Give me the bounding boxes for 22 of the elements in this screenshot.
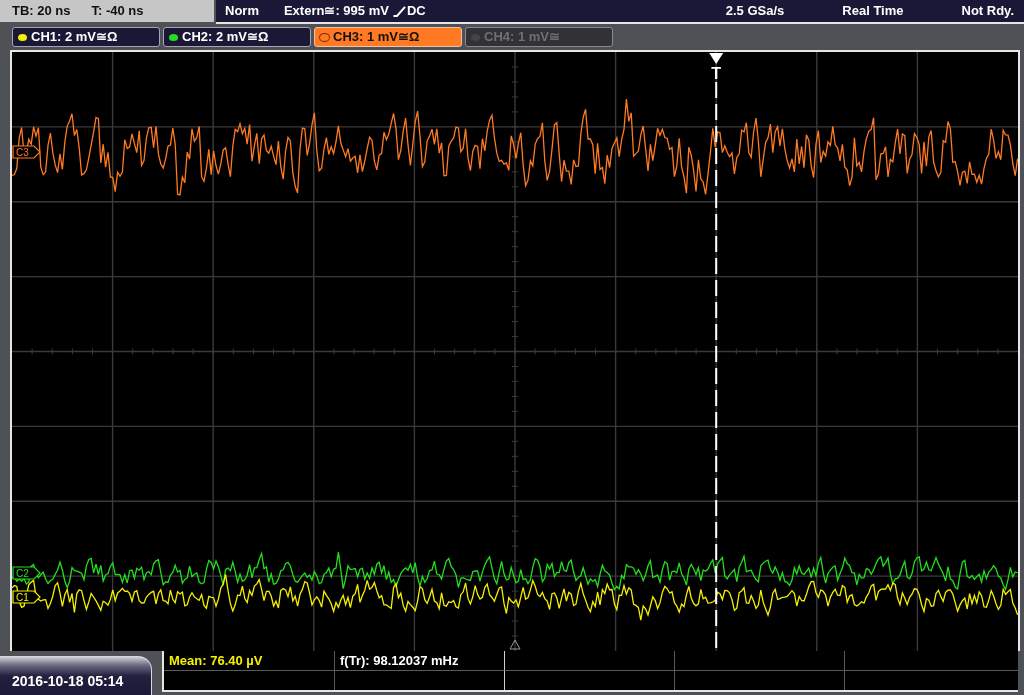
measurement-readout: Mean: 76.40 µV — [164, 651, 335, 671]
trigger-source: Extern≅: 995 mV — [283, 3, 389, 19]
trigger-position-icon — [709, 53, 724, 64]
channel-indicator: CH2: 2 mV≅Ω — [163, 27, 311, 47]
timebase-readout: TB: 20 ns — [12, 3, 71, 19]
channel-marker: C3 — [12, 145, 41, 159]
channel-marker: C1 — [12, 590, 41, 604]
acquisition-mode: Real Time — [842, 3, 904, 19]
trigger-coupling: DC — [406, 3, 426, 19]
measurement-readout: f(Tr): 98.12037 mHz — [335, 651, 505, 671]
channel-indicator: CH3: 1 mV≅Ω — [314, 27, 462, 47]
trigger-time-readout: T: -40 ns — [91, 3, 144, 19]
date-time: 2016-10-18 05:14 — [12, 673, 124, 689]
channel-indicator: CH4: 1 mV≅ — [465, 27, 613, 47]
trigger-mode: Norm — [225, 3, 259, 19]
channel-marker: C2 — [12, 566, 41, 580]
position-marker-icon — [509, 639, 521, 650]
trigger-marker: T — [711, 65, 722, 82]
channel-indicator: CH1: 2 mV≅Ω — [12, 27, 160, 47]
rising-edge-icon — [392, 5, 406, 17]
sample-rate: 2.5 GSa/s — [725, 3, 785, 19]
acquisition-status: Not Rdy. — [961, 3, 1014, 19]
